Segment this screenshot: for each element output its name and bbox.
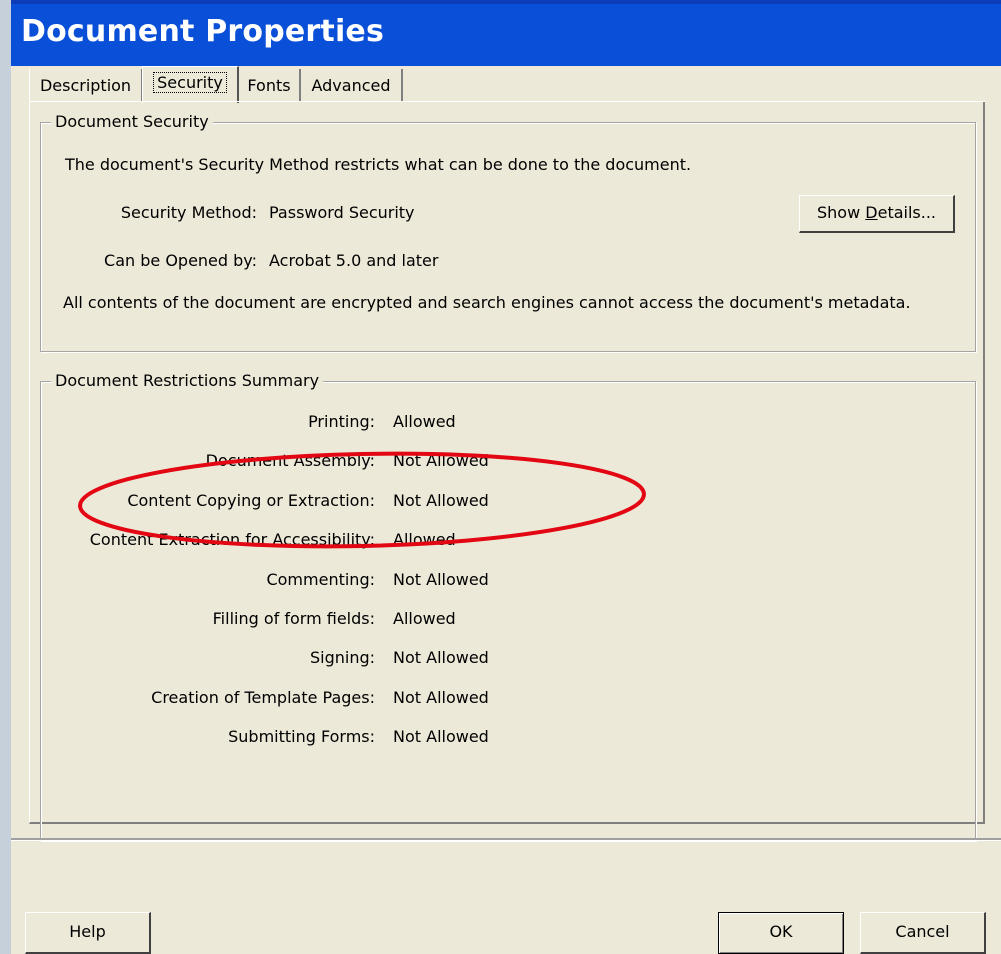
restriction-label: Printing: xyxy=(308,412,375,431)
document-properties-dialog: Document Properties Description Security… xyxy=(11,0,1001,954)
security-method-label: Security Method: xyxy=(120,203,257,222)
tab-advanced[interactable]: Advanced xyxy=(301,69,403,102)
tab-security-label: Security xyxy=(153,72,227,93)
restriction-value: Not Allowed xyxy=(393,687,489,707)
restriction-value: Not Allowed xyxy=(393,569,489,589)
ok-button-label: OK xyxy=(769,922,793,941)
restriction-value: Not Allowed xyxy=(393,490,489,510)
window-title: Document Properties xyxy=(21,14,385,49)
document-security-legend: Document Security xyxy=(51,112,213,131)
help-button[interactable]: Help xyxy=(25,912,151,954)
restriction-value: Not Allowed xyxy=(393,648,489,668)
footer-separator xyxy=(11,838,1001,841)
restriction-label: Submitting Forms: xyxy=(228,727,375,747)
tab-fonts[interactable]: Fonts xyxy=(239,69,301,102)
restriction-label: Content Copying or Extraction: xyxy=(127,490,375,510)
tab-security[interactable]: Security xyxy=(142,66,239,103)
restriction-label: Signing: xyxy=(309,648,375,668)
tab-strip: Description Security Fonts Advanced xyxy=(29,66,989,103)
cancel-button-label: Cancel xyxy=(895,922,950,941)
background-strip xyxy=(0,0,11,954)
encryption-note: All contents of the document are encrypt… xyxy=(63,293,911,312)
restriction-label: Filling of form fields: xyxy=(212,609,375,628)
opened-by-value: Acrobat 5.0 and later xyxy=(269,251,439,270)
restrictions-summary-legend: Document Restrictions Summary xyxy=(51,371,324,390)
restriction-value: Allowed xyxy=(393,609,456,628)
restriction-label: Commenting: xyxy=(266,569,375,589)
document-security-group: Document Security The document's Securit… xyxy=(40,112,976,352)
help-button-label: Help xyxy=(69,922,106,941)
security-method-value: Password Security xyxy=(269,203,415,222)
security-intro-text: The document's Security Method restricts… xyxy=(65,155,692,174)
tab-description[interactable]: Description xyxy=(29,69,143,102)
show-details-label: Show Details... xyxy=(817,203,936,222)
restriction-value: Allowed xyxy=(393,530,456,550)
title-bar[interactable]: Document Properties xyxy=(11,0,1001,66)
show-details-button[interactable]: Show Details... xyxy=(799,195,955,233)
ok-button[interactable]: OK xyxy=(718,912,844,954)
restriction-label: Content Extraction for Accessibility: xyxy=(89,530,375,550)
cancel-button[interactable]: Cancel xyxy=(860,912,986,954)
restriction-value: Allowed xyxy=(393,412,456,431)
security-tab-panel: Document Security The document's Securit… xyxy=(29,102,985,841)
restriction-label: Document Assembly: xyxy=(205,451,375,471)
restriction-label: Creation of Template Pages: xyxy=(151,687,375,707)
opened-by-label: Can be Opened by: xyxy=(104,251,257,270)
restriction-value: Not Allowed xyxy=(393,727,489,747)
restriction-value: Not Allowed xyxy=(393,451,489,471)
restrictions-summary-group: Document Restrictions Summary Printing: A… xyxy=(40,371,976,841)
